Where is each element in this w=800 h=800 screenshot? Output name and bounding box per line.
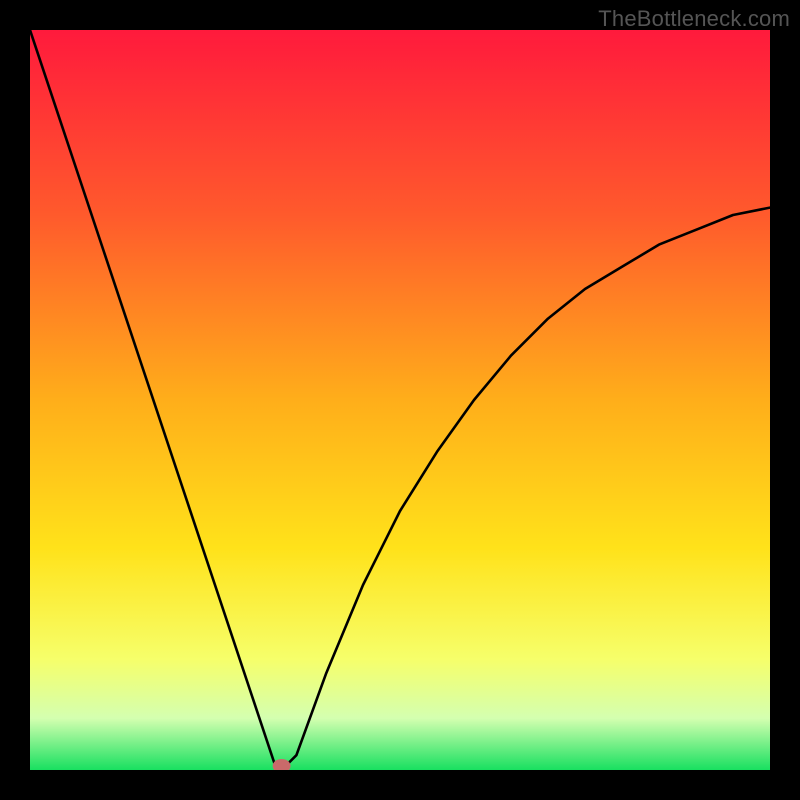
chart-svg xyxy=(30,30,770,770)
plot-area xyxy=(30,30,770,770)
chart-frame: TheBottleneck.com xyxy=(0,0,800,800)
watermark-text: TheBottleneck.com xyxy=(598,6,790,32)
gradient-background xyxy=(30,30,770,770)
